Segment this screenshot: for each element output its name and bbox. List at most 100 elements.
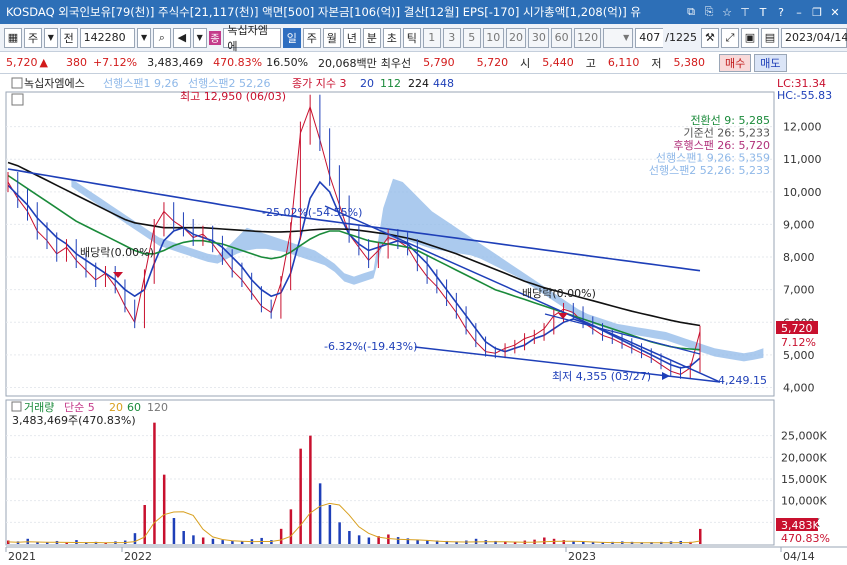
price-tick-label: 5,000: [783, 349, 815, 362]
grid-layout-icon[interactable]: ▦: [4, 27, 22, 48]
price-legend-stock: 녹십자엠에스: [24, 77, 85, 90]
stock-code-input[interactable]: 142280: [79, 27, 136, 48]
star-icon[interactable]: ☆: [719, 4, 735, 20]
period-week-button[interactable]: 주: [302, 27, 321, 48]
volume-bar: [699, 528, 702, 544]
price-tick-label: 7,000: [783, 284, 815, 297]
save-icon[interactable]: ▣: [740, 27, 759, 48]
volume-bar: [192, 535, 195, 544]
bar-count-input[interactable]: 407: [635, 27, 664, 48]
link-icon[interactable]: ⧉: [683, 4, 699, 20]
price-tick-label: 10,000: [783, 186, 822, 199]
ichimoku-legend-item: 선행스팬1 9,26: 5,359: [656, 152, 770, 165]
volume-bar: [299, 448, 302, 544]
price-legend-ma448: 448: [433, 77, 454, 90]
period-month-button[interactable]: 월: [322, 27, 341, 48]
minimize-icon[interactable]: –: [791, 4, 807, 20]
price-y-axis: 12,00011,00010,0009,0008,0007,0006,0005,…: [783, 121, 822, 395]
price-tick-label: 12,000: [783, 121, 822, 134]
volume-legend-ma120: 120: [147, 401, 168, 414]
interval-button[interactable]: 20: [505, 27, 527, 48]
x-tick-label: 2023: [568, 550, 596, 563]
volume-legend-ma60: 60: [127, 401, 141, 414]
volume-bar: [562, 540, 566, 544]
volume-legend-ma-label: 단순 5: [64, 401, 95, 414]
interval-button[interactable]: 5: [462, 27, 481, 48]
interval-dropdown-icon[interactable]: ▼: [603, 27, 634, 48]
ichimoku-legend-item: 전환선 9: 5,285: [690, 114, 770, 127]
interval-button[interactable]: 120: [574, 27, 602, 48]
price-panel-menu-icon[interactable]: [11, 77, 23, 89]
price-legend-span1: 선행스팬1 9,26: [103, 77, 178, 90]
table-toggle-icon[interactable]: [11, 93, 24, 106]
code-dropdown-icon[interactable]: ▼: [137, 27, 151, 48]
close-icon[interactable]: ✕: [827, 4, 843, 20]
volume-legend-title: 거래량: [24, 401, 54, 414]
window-titlebar: KOSDAQ 외국인보유[79(천)] 주식수[21,117(천)] 액면[50…: [0, 0, 847, 24]
x-tick-label: 04/14: [783, 550, 815, 563]
bar-total: /1225: [665, 31, 697, 44]
pin-icon[interactable]: ⊤: [737, 4, 753, 20]
low-price: 5,380: [673, 56, 706, 69]
price-legend-ma-label: 종가 지수 3: [292, 77, 346, 90]
high-label: 고: [585, 56, 596, 70]
best-bid: 5,720: [476, 56, 509, 69]
period-minute-button[interactable]: 분: [362, 27, 381, 48]
volume-bar: [172, 518, 176, 544]
volume-bar: [260, 537, 263, 544]
interval-button[interactable]: 3: [442, 27, 461, 48]
last-price-pct: 7.12%: [781, 336, 816, 349]
calendar-icon[interactable]: ▤: [760, 27, 779, 48]
period-day-button[interactable]: 일: [282, 27, 301, 48]
period-year-button[interactable]: 년: [342, 27, 361, 48]
chart-area[interactable]: 녹십자엠에스 선행스팬1 9,26 선행스팬2 52,26 종가 지수 3 20…: [0, 74, 847, 565]
sell-button[interactable]: 매도: [754, 53, 787, 72]
market-select[interactable]: 주: [24, 27, 42, 48]
volume-bar: [289, 509, 293, 544]
turnover-rate: 16.50%: [266, 56, 309, 69]
price-tick-label: 8,000: [783, 251, 815, 264]
period-second-button[interactable]: 초: [382, 27, 401, 48]
volume-tick-label: 10,000K: [781, 495, 827, 508]
interval-button[interactable]: 30: [528, 27, 550, 48]
volume-bar: [387, 534, 390, 544]
volume-bar: [396, 537, 400, 544]
prev-button[interactable]: 전: [59, 27, 78, 48]
search-icon[interactable]: ⌕: [152, 27, 171, 48]
interval-button[interactable]: 60: [551, 27, 573, 48]
quote-bar: 5,720 ▲ 380 +7.12% 3,483,469 470.83% 16.…: [0, 52, 847, 74]
volume-bar: [338, 522, 341, 544]
volume-legend-ma20: 20: [109, 401, 123, 414]
window-controls: ⧉ ⎘ ☆ ⊤ T ? – ❐ ✕: [683, 4, 847, 20]
volume-tick-label: 20,000K: [781, 451, 827, 464]
current-price: 5,720: [6, 56, 38, 69]
volume-bar: [543, 537, 546, 544]
volume-bar: [367, 537, 371, 544]
interval-button[interactable]: 1: [422, 27, 441, 48]
draw-tool-icon[interactable]: ⤢: [720, 27, 739, 48]
price-legend-ma112: 112: [380, 77, 401, 90]
date-input[interactable]: 2023/04/14: [780, 27, 847, 48]
interval-button[interactable]: 10: [482, 27, 504, 48]
volume-bar: [309, 435, 312, 544]
period-tick-button[interactable]: 틱: [402, 27, 421, 48]
settings-dropdown-icon[interactable]: ▼: [192, 27, 207, 48]
restore-icon[interactable]: ❐: [809, 4, 825, 20]
copy-icon[interactable]: ⎘: [701, 4, 717, 20]
volume-value: 3,483,469: [147, 56, 204, 69]
stock-name-field: 녹십자엠에: [223, 24, 281, 53]
font-icon[interactable]: T: [755, 4, 771, 20]
chart-type-icon[interactable]: ⚒: [700, 27, 719, 48]
buy-button[interactable]: 매수: [719, 53, 752, 72]
volume-bar: [182, 531, 185, 544]
hc-readout: HC:-55.83: [777, 89, 832, 102]
sound-icon[interactable]: ◀: [172, 27, 191, 48]
stock-summary: KOSDAQ 외국인보유[79(천)] 주식수[21,117(천)] 액면[50…: [6, 5, 642, 19]
price-change-pct: +7.12%: [92, 56, 138, 69]
stock-chart[interactable]: 녹십자엠에스 선행스팬1 9,26 선행스팬2 52,26 종가 지수 3 20…: [0, 74, 847, 565]
volume-panel-menu-icon[interactable]: [11, 401, 22, 412]
dropdown-icon[interactable]: ▼: [44, 27, 58, 48]
price-legend-ma20: 20: [360, 77, 374, 90]
high-annotation: 최고 12,950 (06/03): [180, 90, 286, 103]
help-icon[interactable]: ?: [773, 4, 789, 20]
